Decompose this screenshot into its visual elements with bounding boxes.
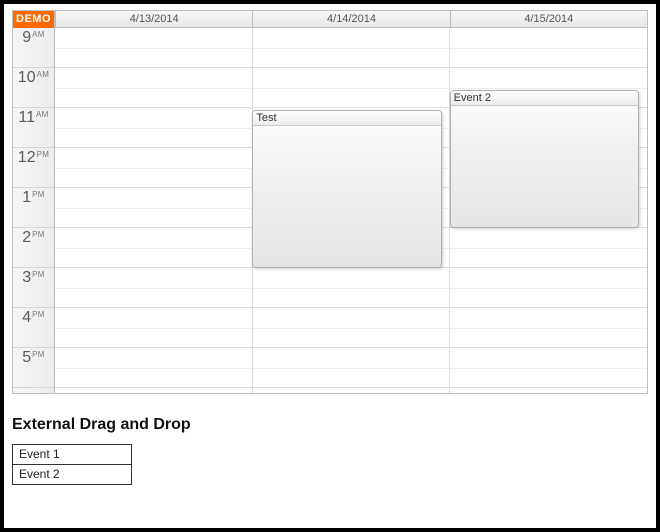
event-title: Event 2 xyxy=(451,91,638,106)
hour-label: 5 xyxy=(22,349,31,366)
ampm-label: PM xyxy=(32,230,45,239)
hour-label: 9 xyxy=(22,29,31,46)
time-slot: 4PM xyxy=(13,308,54,348)
hour-label: 12 xyxy=(18,149,36,166)
hour-label: 3 xyxy=(22,269,31,286)
time-slot: 10AM xyxy=(13,68,54,108)
ampm-label: PM xyxy=(37,150,50,159)
column-header[interactable]: 4/13/2014 xyxy=(55,11,252,28)
hour-label: 11 xyxy=(18,109,35,126)
ampm-label: PM xyxy=(32,310,45,319)
demo-badge: DEMO xyxy=(13,11,55,28)
column-header[interactable]: 4/14/2014 xyxy=(252,11,449,28)
ampm-label: AM xyxy=(37,70,50,79)
event-title: Test xyxy=(253,111,440,126)
hour-label: 1 xyxy=(22,189,31,206)
calendar-event[interactable]: Event 2 xyxy=(450,90,639,228)
time-slot: 9AM xyxy=(13,28,54,68)
ampm-label: PM xyxy=(32,190,45,199)
time-slot: 2PM xyxy=(13,228,54,268)
external-drag-item[interactable]: Event 1 xyxy=(12,445,132,465)
external-drag-list: Event 1 Event 2 xyxy=(12,444,132,485)
ampm-label: AM xyxy=(32,30,45,39)
time-slot: 11AM xyxy=(13,108,54,148)
app-frame: DEMO 4/13/2014 4/14/2014 4/15/2014 9AM 1… xyxy=(0,0,660,532)
calendar: DEMO 4/13/2014 4/14/2014 4/15/2014 9AM 1… xyxy=(12,10,648,394)
time-slot: 3PM xyxy=(13,268,54,308)
calendar-event[interactable]: Test xyxy=(252,110,441,268)
ampm-label: PM xyxy=(32,350,45,359)
section-heading: External Drag and Drop xyxy=(12,416,648,434)
events-layer: Test Event 2 xyxy=(55,28,647,393)
column-header[interactable]: 4/15/2014 xyxy=(450,11,647,28)
external-drag-item[interactable]: Event 2 xyxy=(12,465,132,485)
ampm-label: AM xyxy=(36,110,49,119)
time-slot: 12PM xyxy=(13,148,54,188)
hour-label: 4 xyxy=(22,309,31,326)
time-slot: 1PM xyxy=(13,188,54,228)
hour-label: 2 xyxy=(22,229,31,246)
column-headers: 4/13/2014 4/14/2014 4/15/2014 xyxy=(55,11,647,28)
time-axis: 9AM 10AM 11AM 12PM 1PM 2PM 3PM 4PM xyxy=(13,28,55,393)
time-slot: 5PM xyxy=(13,348,54,388)
ampm-label: PM xyxy=(32,270,45,279)
hour-label: 10 xyxy=(18,69,36,86)
